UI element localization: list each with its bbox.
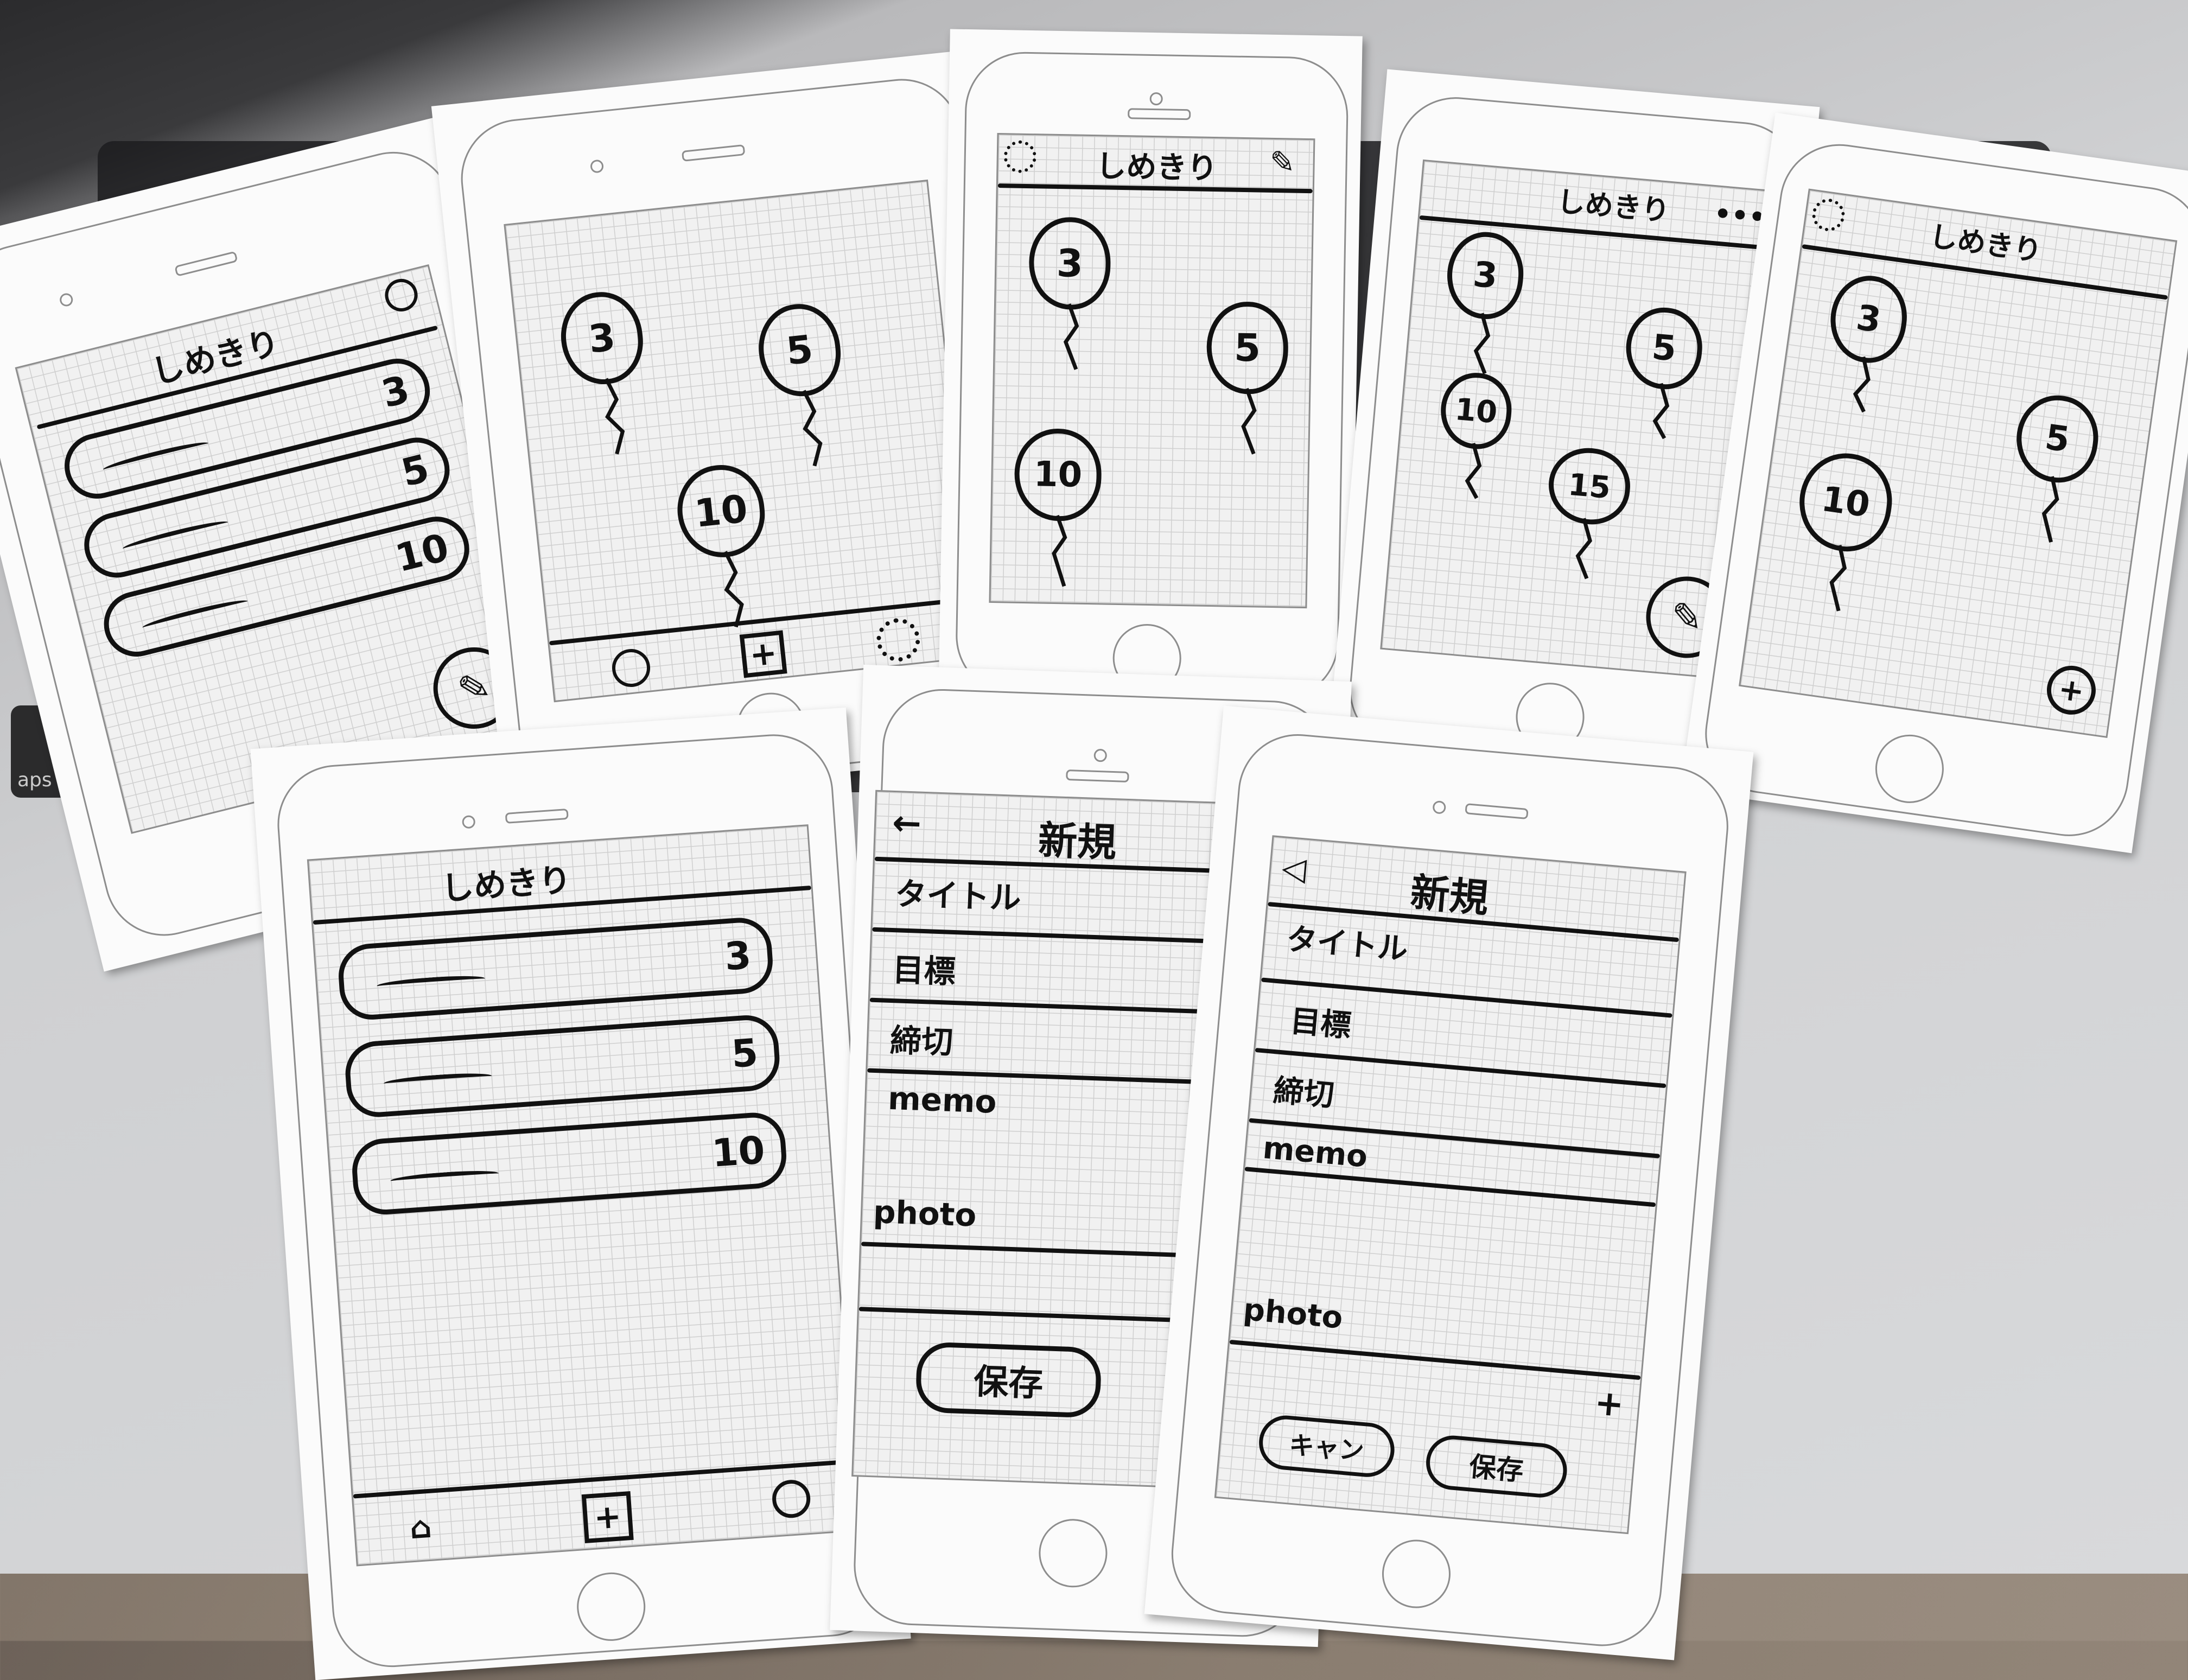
app-title: しめきり <box>1555 185 1671 228</box>
screen-title: 新規 <box>1408 869 1491 922</box>
save-button[interactable]: 保存 <box>915 1341 1102 1418</box>
add-button[interactable]: + <box>2044 663 2099 718</box>
deadline-item[interactable]: 10 <box>350 1110 788 1217</box>
goal-field-label: 目標 <box>892 951 956 991</box>
app-title: しめきり <box>1095 149 1218 187</box>
screen: ◁ 新規 タイトル 目標 締切 memo photo + キャン 保存 <box>1214 835 1687 1535</box>
deadline-item[interactable]: 3 <box>336 915 775 1022</box>
save-button[interactable]: 保存 <box>1423 1433 1569 1500</box>
screen: 3 5 10 + <box>504 179 978 703</box>
sketch-new-form-screen-2: ◁ 新規 タイトル 目標 締切 memo photo + キャン 保存 <box>1144 705 1754 1660</box>
memo-field-label: memo <box>887 1079 997 1121</box>
add-tab-icon[interactable]: + <box>581 1491 634 1544</box>
app-title: しめきり <box>440 861 573 908</box>
balloon-tab-icon[interactable] <box>610 647 652 689</box>
app-title: しめきり <box>1927 220 2044 269</box>
screen-title: 新規 <box>1037 817 1117 866</box>
field-divider <box>1229 1339 1641 1380</box>
phone-speaker <box>1066 769 1129 783</box>
deadline-item[interactable]: 5 <box>343 1013 782 1119</box>
field-divider <box>1244 1167 1656 1207</box>
screen: しめきり ✎ 3 5 10 <box>989 133 1315 609</box>
profile-icon[interactable] <box>381 275 421 315</box>
goal-field-label: 目標 <box>1289 1003 1353 1045</box>
phone-speaker <box>1128 108 1191 120</box>
settings-gear-icon[interactable] <box>1810 196 1847 233</box>
settings-gear-icon[interactable] <box>874 616 923 664</box>
sketch-list-screen-tabbar: しめきり 3 5 10 ⌂ + <box>250 707 911 1680</box>
photo-field-label: photo <box>872 1193 977 1234</box>
screen: しめきり 3 5 10 ⌂ + <box>307 824 858 1567</box>
deadline-field-label: 締切 <box>1271 1073 1336 1113</box>
memo-field-label: memo <box>1261 1130 1369 1175</box>
title-field-label: タイトル <box>1285 921 1409 968</box>
photo-field-label: photo <box>1242 1291 1345 1336</box>
back-arrow-icon[interactable]: ← <box>892 803 922 844</box>
add-tab-icon[interactable]: + <box>739 630 787 678</box>
home-tab-icon[interactable]: ⌂ <box>397 1504 443 1550</box>
add-photo-button[interactable]: + <box>1593 1383 1626 1425</box>
settings-gear-icon[interactable] <box>1003 140 1037 174</box>
screen: しめきり 3 5 10 + <box>1739 188 2178 739</box>
pencil-icon[interactable]: ✎ <box>1269 145 1295 181</box>
deadline-field-label: 締切 <box>889 1021 954 1061</box>
profile-tab-icon[interactable] <box>771 1478 812 1519</box>
back-arrow-icon[interactable]: ◁ <box>1281 849 1308 888</box>
cancel-button[interactable]: キャン <box>1256 1413 1397 1479</box>
sketch-balloon-screen-header: しめきり ✎ 3 5 10 <box>938 29 1363 709</box>
title-field-label: タイトル <box>894 875 1022 917</box>
